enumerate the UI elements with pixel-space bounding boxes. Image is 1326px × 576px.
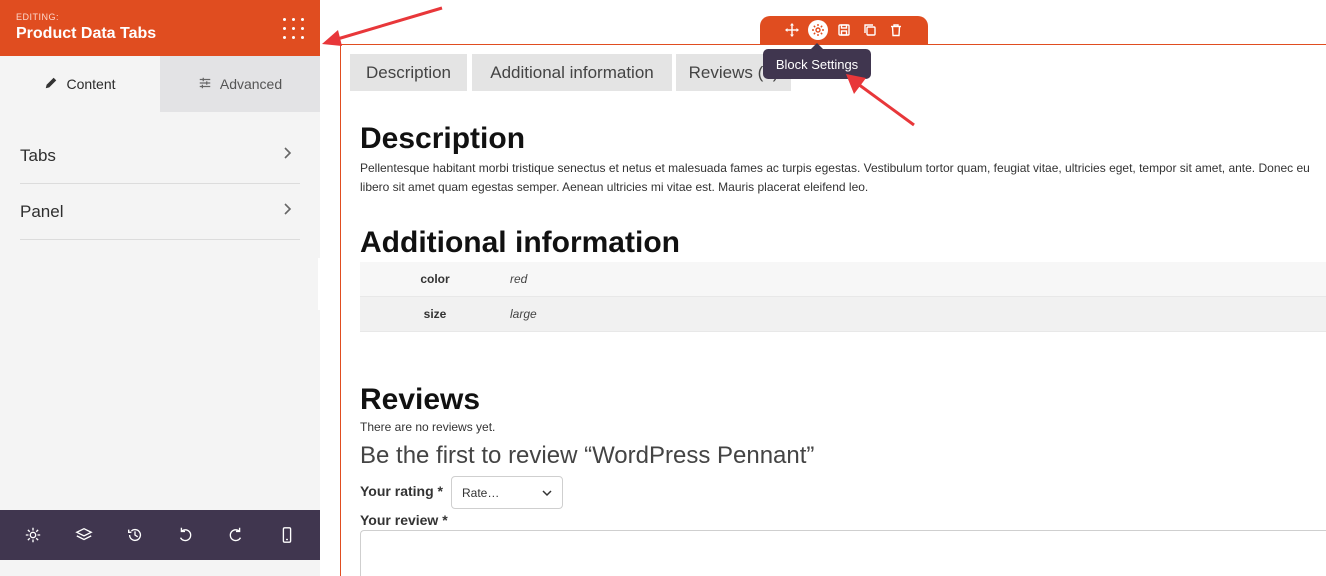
duplicate-icon[interactable] <box>860 20 880 40</box>
page-root: EDITING: Product Data Tabs Content Advan… <box>0 0 1326 576</box>
attribute-value: red <box>510 272 528 286</box>
description-text: Pellentesque habitant morbi tristique se… <box>360 161 1310 194</box>
tab-advanced[interactable]: Advanced <box>160 56 320 112</box>
review-label: Your review * <box>360 512 448 528</box>
be-first-heading: Be the first to review “WordPress Pennan… <box>360 442 815 469</box>
attributes-table: color red size large <box>360 262 1326 332</box>
grid-menu-icon[interactable] <box>283 18 304 39</box>
tab-description[interactable]: Description <box>350 54 467 91</box>
section-panel[interactable]: Panel <box>20 184 300 240</box>
section-tabs[interactable]: Tabs <box>20 128 300 184</box>
chevron-right-icon <box>280 202 300 221</box>
gear-icon[interactable] <box>808 20 828 40</box>
attribute-name: color <box>420 272 450 286</box>
editing-label: EDITING: <box>16 12 60 22</box>
block-toolbar <box>760 16 928 44</box>
tab-advanced-label: Advanced <box>219 76 283 92</box>
sidebar-header: EDITING: Product Data Tabs <box>0 0 320 56</box>
chevron-down-icon <box>542 486 552 500</box>
annotation-arrow <box>846 74 915 127</box>
chevron-right-icon <box>280 146 300 165</box>
editor-sidebar: EDITING: Product Data Tabs Content Advan… <box>0 0 320 576</box>
block-outline <box>340 44 341 576</box>
table-row: color red <box>360 262 1326 297</box>
tab-additional-information[interactable]: Additional information <box>472 54 672 91</box>
section-tabs-label: Tabs <box>20 145 56 165</box>
rating-label: Your rating * <box>360 483 443 499</box>
review-textarea[interactable] <box>360 530 1326 576</box>
tab-content[interactable]: Content <box>0 56 160 112</box>
pencil-icon <box>44 76 58 93</box>
sidebar-footer <box>0 510 320 560</box>
attribute-value: large <box>510 307 537 321</box>
trash-icon[interactable] <box>886 20 906 40</box>
reviews-heading: Reviews <box>360 383 481 416</box>
sliders-icon <box>198 76 212 93</box>
sidebar-tabs: Content Advanced <box>0 56 320 112</box>
rating-select-value: Rate… <box>462 485 500 500</box>
section-panel-label: Panel <box>20 201 64 221</box>
layers-icon[interactable] <box>71 522 97 548</box>
save-icon[interactable] <box>834 20 854 40</box>
description-heading: Description <box>360 122 526 155</box>
annotation-arrow <box>322 6 443 46</box>
additional-info-heading: Additional information <box>360 226 680 259</box>
undo-icon[interactable] <box>172 522 198 548</box>
move-icon[interactable] <box>782 20 802 40</box>
table-row: size large <box>360 297 1326 332</box>
history-icon[interactable] <box>122 522 148 548</box>
sidebar-title: Product Data Tabs <box>16 25 157 42</box>
rating-select[interactable]: Rate… <box>451 476 563 509</box>
redo-icon[interactable] <box>223 522 249 548</box>
mobile-icon[interactable] <box>274 522 300 548</box>
attribute-name: size <box>423 307 447 321</box>
tab-content-label: Content <box>66 76 116 92</box>
no-reviews-text: There are no reviews yet. <box>360 420 496 434</box>
block-outline <box>340 44 1326 45</box>
gear-icon[interactable] <box>20 522 46 548</box>
